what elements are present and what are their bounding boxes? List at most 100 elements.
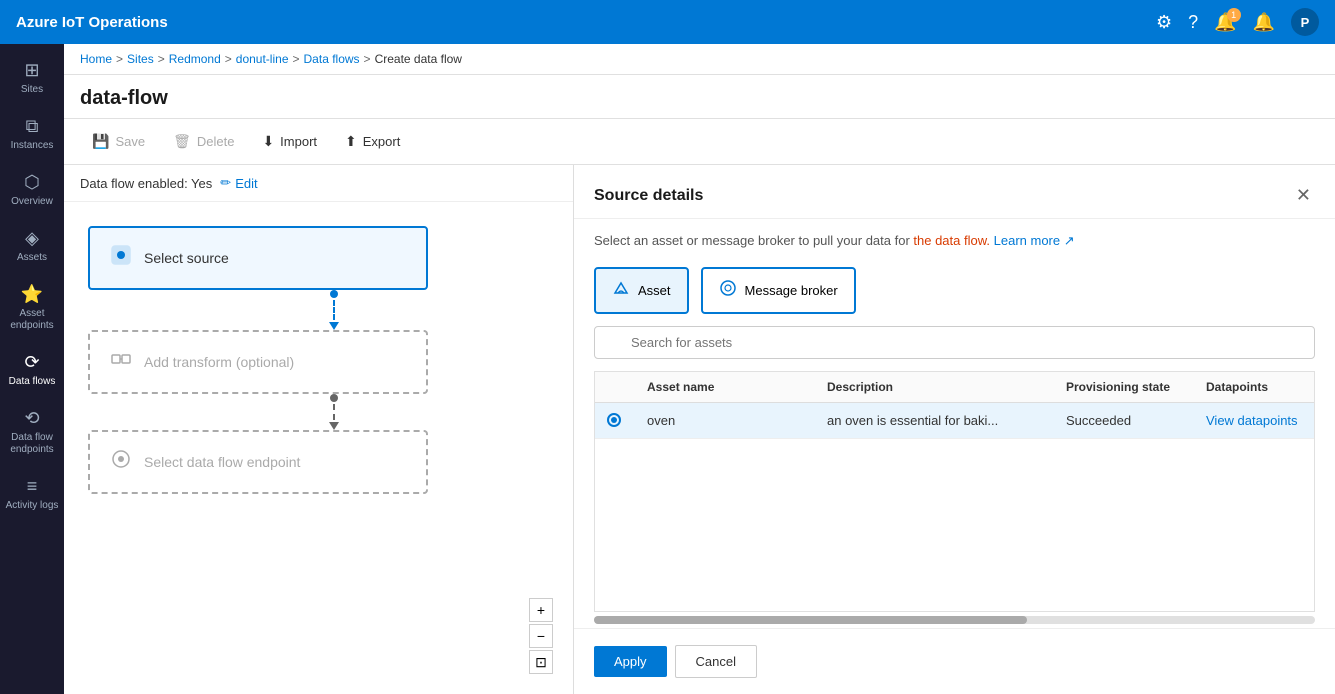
sites-icon: ⊞ (24, 60, 39, 81)
overview-icon: ⬡ (24, 172, 40, 193)
table-col-select (595, 372, 635, 402)
enabled-bar: Data flow enabled: Yes ✏ Edit (64, 165, 573, 202)
table-cell-datapoints[interactable]: View datapoints (1194, 403, 1314, 438)
table-col-name: Asset name (635, 372, 815, 402)
connector-dot-1 (330, 290, 338, 298)
sidebar-label-data-flow-endpoints: Data flow endpoints (4, 432, 60, 456)
sidebar-item-asset-endpoints[interactable]: ⭐ Asset endpoints (0, 276, 64, 340)
asset-type-button[interactable]: Asset (594, 267, 689, 314)
connector-2 (118, 394, 549, 430)
sidebar-label-instances: Instances (11, 140, 54, 152)
top-navigation: Azure IoT Operations ⚙ ? 🔔 1 🔔 P (0, 0, 1335, 44)
message-broker-type-button[interactable]: Message broker (701, 267, 856, 314)
import-label: Import (280, 134, 317, 149)
endpoint-node-label: Select data flow endpoint (144, 454, 300, 470)
page-title: data-flow (64, 75, 1335, 118)
breadcrumb-current: Create data flow (375, 52, 462, 66)
zoom-controls: + − ⊡ (529, 598, 553, 674)
app-title: Azure IoT Operations (16, 14, 168, 31)
export-icon: ⬆ (345, 133, 357, 150)
transform-node-icon (110, 348, 132, 376)
activity-logs-icon: ≡ (27, 476, 38, 497)
breadcrumb-sep-3: > (225, 52, 232, 66)
edit-label: Edit (235, 176, 257, 191)
close-button[interactable]: ✕ (1292, 181, 1315, 210)
left-panel: Data flow enabled: Yes ✏ Edit (64, 165, 574, 694)
source-node-label: Select source (144, 250, 229, 266)
table-col-datapoints: Datapoints (1194, 372, 1314, 402)
asset-icon (612, 279, 630, 302)
notification-wrapper: 🔔 1 (1214, 12, 1236, 33)
save-button[interactable]: 💾 Save (80, 127, 157, 156)
assets-icon: ◈ (25, 228, 39, 249)
sidebar-label-activity-logs: Activity logs (6, 500, 59, 512)
export-button[interactable]: ⬆ Export (333, 127, 412, 156)
zoom-out-button[interactable]: − (529, 624, 553, 648)
scrollbar-thumb (594, 616, 1027, 624)
delete-icon: 🗑 (173, 133, 191, 150)
flow-canvas: Select source (64, 202, 573, 694)
instances-icon: ⧉ (26, 116, 39, 137)
sidebar: ⊞ Sites ⧉ Instances ⬡ Overview ◈ Assets … (0, 44, 64, 694)
dataflow-area: Data flow enabled: Yes ✏ Edit (64, 165, 1335, 694)
breadcrumb-redmond[interactable]: Redmond (169, 52, 221, 66)
table-col-provisioning: Provisioning state (1054, 372, 1194, 402)
apply-button[interactable]: Apply (594, 646, 667, 677)
notification-badge: 1 (1227, 8, 1241, 22)
zoom-fit-button[interactable]: ⊡ (529, 650, 553, 674)
sidebar-item-assets[interactable]: ◈ Assets (0, 220, 64, 272)
sidebar-item-instances[interactable]: ⧉ Instances (0, 108, 64, 160)
endpoint-node[interactable]: Select data flow endpoint (88, 430, 428, 494)
table-col-description: Description (815, 372, 1054, 402)
sidebar-label-sites: Sites (21, 84, 43, 96)
sidebar-label-overview: Overview (11, 196, 53, 208)
table-row[interactable]: oven an oven is essential for baki... Su… (595, 403, 1314, 439)
sidebar-item-activity-logs[interactable]: ≡ Activity logs (0, 468, 64, 520)
breadcrumb-sites[interactable]: Sites (127, 52, 154, 66)
table-cell-provisioning: Succeeded (1054, 403, 1194, 438)
breadcrumb-donut-line[interactable]: donut-line (236, 52, 289, 66)
learn-more-link[interactable]: Learn more ↗ (994, 233, 1075, 248)
source-details-title: Source details (594, 187, 703, 205)
user-avatar[interactable]: P (1291, 8, 1319, 36)
sidebar-item-overview[interactable]: ⬡ Overview (0, 164, 64, 216)
edit-link[interactable]: ✏ Edit (220, 175, 257, 191)
source-node[interactable]: Select source (88, 226, 428, 290)
import-icon: ⬇ (262, 133, 274, 150)
sidebar-item-sites[interactable]: ⊞ Sites (0, 52, 64, 104)
radio-dot-inner (611, 417, 617, 423)
delete-button[interactable]: 🗑 Delete (161, 127, 246, 156)
source-desc-text: Select an asset or message broker to pul… (594, 233, 913, 248)
breadcrumb-sep-1: > (116, 52, 123, 66)
source-details-header: Source details ✕ (574, 165, 1335, 219)
message-broker-icon (719, 279, 737, 302)
delete-label: Delete (197, 134, 235, 149)
toolbar: 💾 Save 🗑 Delete ⬇ Import ⬆ Export (64, 118, 1335, 165)
data-flows-icon: ⟳ (24, 352, 39, 373)
main-content: Home > Sites > Redmond > donut-line > Da… (64, 44, 1335, 694)
enabled-text: Data flow enabled: Yes (80, 176, 212, 191)
export-label: Export (363, 134, 401, 149)
connector-arrow-1 (329, 322, 339, 330)
right-panel: Source details ✕ Select an asset or mess… (574, 165, 1335, 694)
action-row: Apply Cancel (574, 628, 1335, 694)
source-type-row: Asset Message broker (574, 263, 1335, 326)
import-button[interactable]: ⬇ Import (250, 127, 329, 156)
bell-icon[interactable]: 🔔 (1253, 12, 1275, 33)
radio-button[interactable] (607, 413, 621, 427)
source-desc-highlight: the data flow. (913, 233, 990, 248)
horizontal-scrollbar[interactable] (574, 612, 1335, 628)
help-icon[interactable]: ? (1188, 12, 1198, 33)
edit-icon: ✏ (220, 175, 231, 191)
zoom-in-button[interactable]: + (529, 598, 553, 622)
breadcrumb-sep-5: > (364, 52, 371, 66)
cancel-button[interactable]: Cancel (675, 645, 757, 678)
data-flow-endpoints-icon: ⟲ (24, 408, 39, 429)
sidebar-item-data-flow-endpoints[interactable]: ⟲ Data flow endpoints (0, 400, 64, 464)
search-input[interactable] (594, 326, 1315, 359)
transform-node[interactable]: Add transform (optional) (88, 330, 428, 394)
sidebar-item-data-flows[interactable]: ⟳ Data flows (0, 344, 64, 396)
breadcrumb-data-flows[interactable]: Data flows (304, 52, 360, 66)
settings-icon[interactable]: ⚙ (1156, 12, 1172, 33)
breadcrumb-home[interactable]: Home (80, 52, 112, 66)
